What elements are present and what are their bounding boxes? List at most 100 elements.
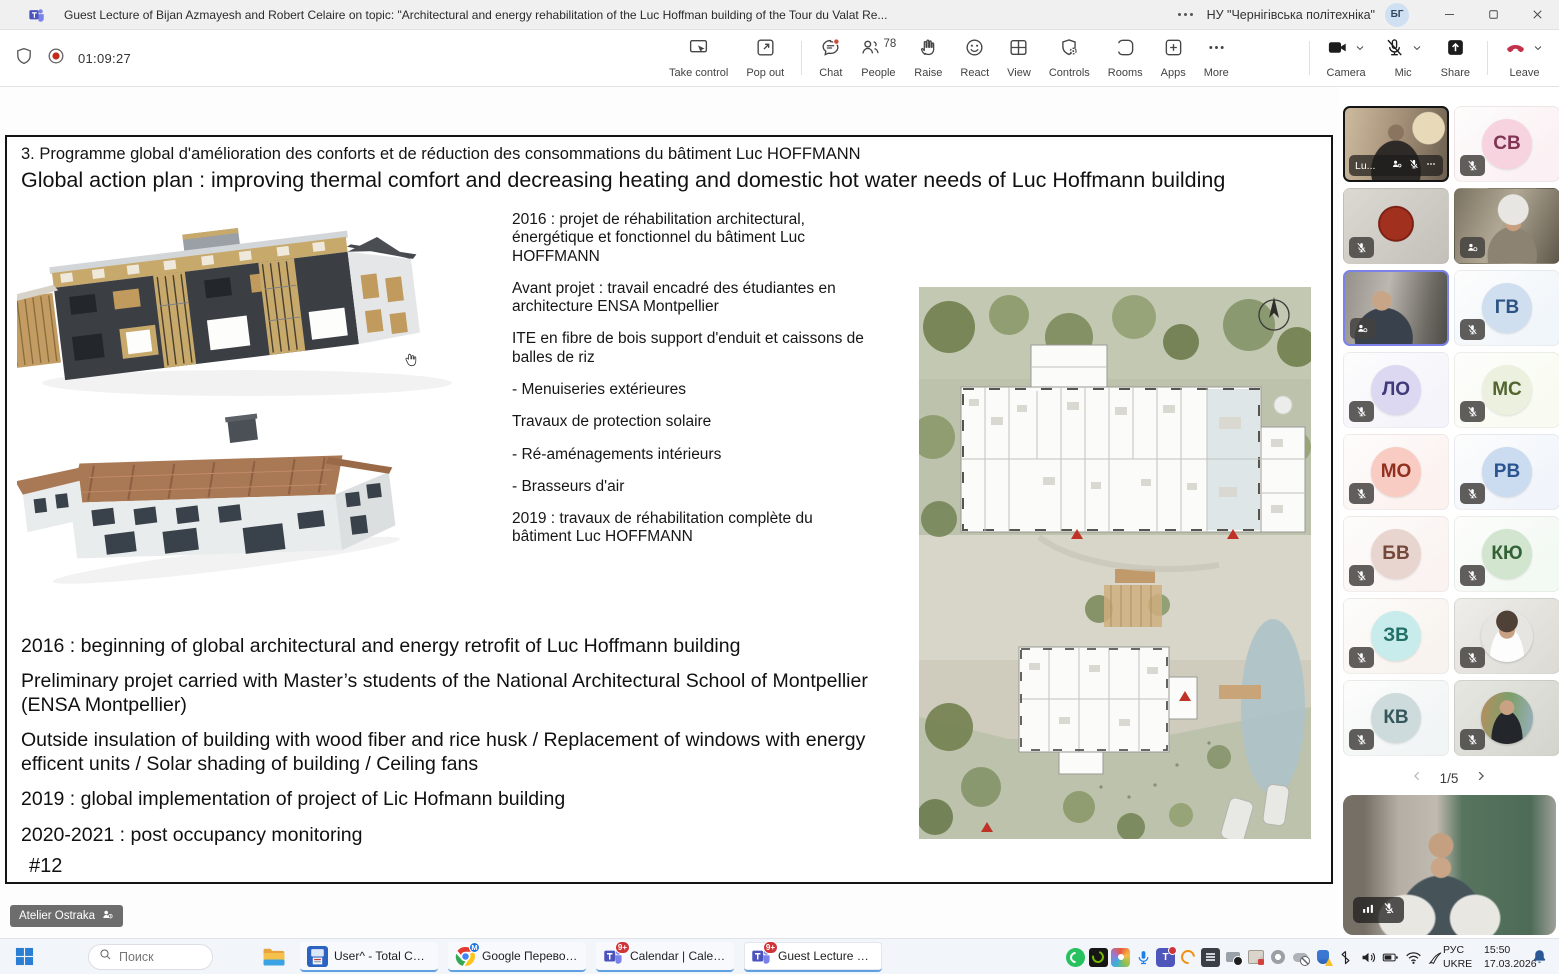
titlebar-more-icon[interactable] — [1178, 13, 1193, 16]
taskbar-app-chrome-translate[interactable]: M Google Переводчик... — [448, 942, 586, 972]
participant-tile[interactable] — [1343, 188, 1449, 264]
leave-call-icon — [1505, 37, 1526, 63]
avatar: БВ — [1371, 529, 1421, 579]
participant-tile[interactable]: МО — [1343, 434, 1449, 510]
participant-tile[interactable]: ЗВ — [1343, 598, 1449, 674]
mic-off-badge-icon — [1460, 401, 1485, 422]
more-button[interactable]: More — [1195, 30, 1238, 86]
taskbar-app-teams-calendar[interactable]: 9+ Calendar | Calendar | ... — [596, 942, 734, 972]
more-icon — [1206, 37, 1227, 63]
bluetooth-tray-icon[interactable] — [1336, 948, 1355, 967]
toolbar-divider — [1487, 41, 1488, 75]
whatsapp-tray-icon[interactable] — [1066, 948, 1085, 967]
slide-paragraph-en: Outside insulation of building with wood… — [21, 729, 881, 777]
file-explorer-icon[interactable] — [262, 946, 286, 968]
people-button[interactable]: 78 People — [851, 30, 905, 86]
search-icon — [99, 948, 112, 966]
slide-paragraph-en: 2019 : global implementation of project … — [21, 788, 881, 812]
volume-tray-icon[interactable] — [1359, 948, 1378, 967]
maximize-button[interactable] — [1471, 0, 1515, 30]
chevron-down-icon[interactable] — [1354, 41, 1366, 59]
account-avatar[interactable]: БГ — [1385, 3, 1409, 27]
minimize-button[interactable] — [1427, 0, 1471, 30]
participant-tile[interactable]: РВ — [1454, 434, 1559, 510]
participant-tile[interactable] — [1454, 188, 1559, 264]
controls-button[interactable]: Controls — [1040, 30, 1099, 86]
battery-tray-icon[interactable] — [1381, 948, 1400, 967]
notifications-bell-icon[interactable] — [1531, 948, 1549, 966]
participant-tile[interactable] — [1454, 680, 1559, 756]
avatar: ГВ — [1482, 283, 1532, 333]
participant-tile[interactable]: БВ — [1343, 516, 1449, 592]
profile-badge: M — [469, 942, 480, 953]
teams-tray-icon[interactable] — [1156, 948, 1175, 967]
participant-tile[interactable]: Lu... — [1343, 106, 1449, 182]
rooms-button[interactable]: Rooms — [1099, 30, 1152, 86]
sync-tray-icon[interactable] — [1269, 948, 1288, 967]
mic-button[interactable]: Mic — [1375, 30, 1432, 86]
pager-current: 1/5 — [1440, 771, 1459, 786]
hand-cursor-icon — [406, 354, 416, 366]
participant-name-bar: Lu... — [1349, 155, 1443, 176]
pager-prev-icon[interactable] — [1410, 769, 1424, 788]
mic-off-badge-icon — [1460, 647, 1485, 668]
participant-tile[interactable]: КВ — [1343, 680, 1449, 756]
leave-button[interactable]: Leave — [1496, 30, 1553, 86]
avatar: КЮ — [1482, 529, 1532, 579]
wifi-tray-icon[interactable] — [1404, 948, 1423, 967]
participant-tile[interactable]: СВ — [1454, 106, 1559, 182]
pager-next-icon[interactable] — [1474, 769, 1488, 788]
participant-tile[interactable]: КЮ — [1454, 516, 1559, 592]
signal-strength-icon — [1361, 901, 1375, 920]
slide-paragraph-fr: Avant projet : travail encadré des étudi… — [512, 280, 868, 317]
spotlight-video-tile[interactable] — [1343, 795, 1556, 935]
gallery-tray-icon[interactable] — [1246, 948, 1265, 967]
mic-off-badge-icon — [1349, 729, 1374, 750]
chat-button[interactable]: Chat — [810, 30, 851, 86]
raise-hand-button[interactable]: Raise — [905, 30, 951, 86]
view-button[interactable]: View — [998, 30, 1040, 86]
camera-button[interactable]: Camera — [1318, 30, 1375, 86]
slide-paragraph-fr: ITE en fibre de bois support d'enduit et… — [512, 330, 868, 367]
language-indicator[interactable]: РУС UKRE — [1443, 944, 1472, 970]
meeting-toolbar: 01:09:27 Take control Pop out Chat 78 — [0, 30, 1559, 87]
participant-tile[interactable] — [1343, 270, 1449, 346]
participant-tile[interactable]: МС — [1454, 352, 1559, 428]
onedrive-paused-tray-icon[interactable] — [1291, 948, 1310, 967]
taskbar-app-label: Guest Lecture of Bija... — [778, 949, 875, 963]
participant-tile[interactable]: ЛО — [1343, 352, 1449, 428]
take-control-button[interactable]: Take control — [660, 30, 737, 86]
total-commander-icon — [307, 946, 328, 967]
chevron-down-icon[interactable] — [1532, 41, 1544, 59]
view-icon — [1008, 37, 1029, 63]
apps-button[interactable]: Apps — [1152, 30, 1195, 86]
share-screen-icon — [1445, 37, 1466, 63]
microphone-tray-icon[interactable] — [1134, 948, 1153, 967]
react-button[interactable]: React — [951, 30, 998, 86]
avatar: ЛО — [1371, 365, 1421, 415]
taskbar-app-label: Calendar | Calendar | ... — [630, 949, 727, 963]
close-button[interactable] — [1515, 0, 1559, 30]
pop-out-button[interactable]: Pop out — [737, 30, 793, 86]
slide-english-text: 2016 : beginning of global architectural… — [21, 635, 881, 859]
clock[interactable]: 15:50 17.03.2026 — [1484, 944, 1537, 970]
chevron-down-icon[interactable] — [1411, 41, 1423, 59]
start-button[interactable] — [12, 945, 36, 969]
system-tray — [1066, 939, 1445, 974]
participant-tile[interactable]: ГВ — [1454, 270, 1559, 346]
glasswire-tray-icon[interactable] — [1179, 948, 1198, 967]
photos-tray-icon[interactable] — [1111, 948, 1130, 967]
security-warning-tray-icon[interactable] — [1314, 948, 1333, 967]
more-icon[interactable] — [1425, 157, 1437, 175]
search-input[interactable]: Поиск — [88, 944, 213, 970]
taskbar-app-total-commander[interactable]: User^ - Total Comm... — [300, 942, 438, 972]
react-icon — [964, 37, 985, 63]
participant-tile[interactable] — [1454, 598, 1559, 674]
spotlight-icon — [1391, 157, 1403, 175]
nvidia-tray-icon[interactable] — [1089, 948, 1108, 967]
notebook-tray-icon[interactable] — [1201, 948, 1220, 967]
share-button[interactable]: Share — [1432, 30, 1479, 86]
usb-drive-tray-icon[interactable] — [1224, 948, 1243, 967]
people-icon — [860, 37, 881, 63]
taskbar-app-teams-meeting[interactable]: 9+ Guest Lecture of Bija... — [744, 942, 882, 972]
